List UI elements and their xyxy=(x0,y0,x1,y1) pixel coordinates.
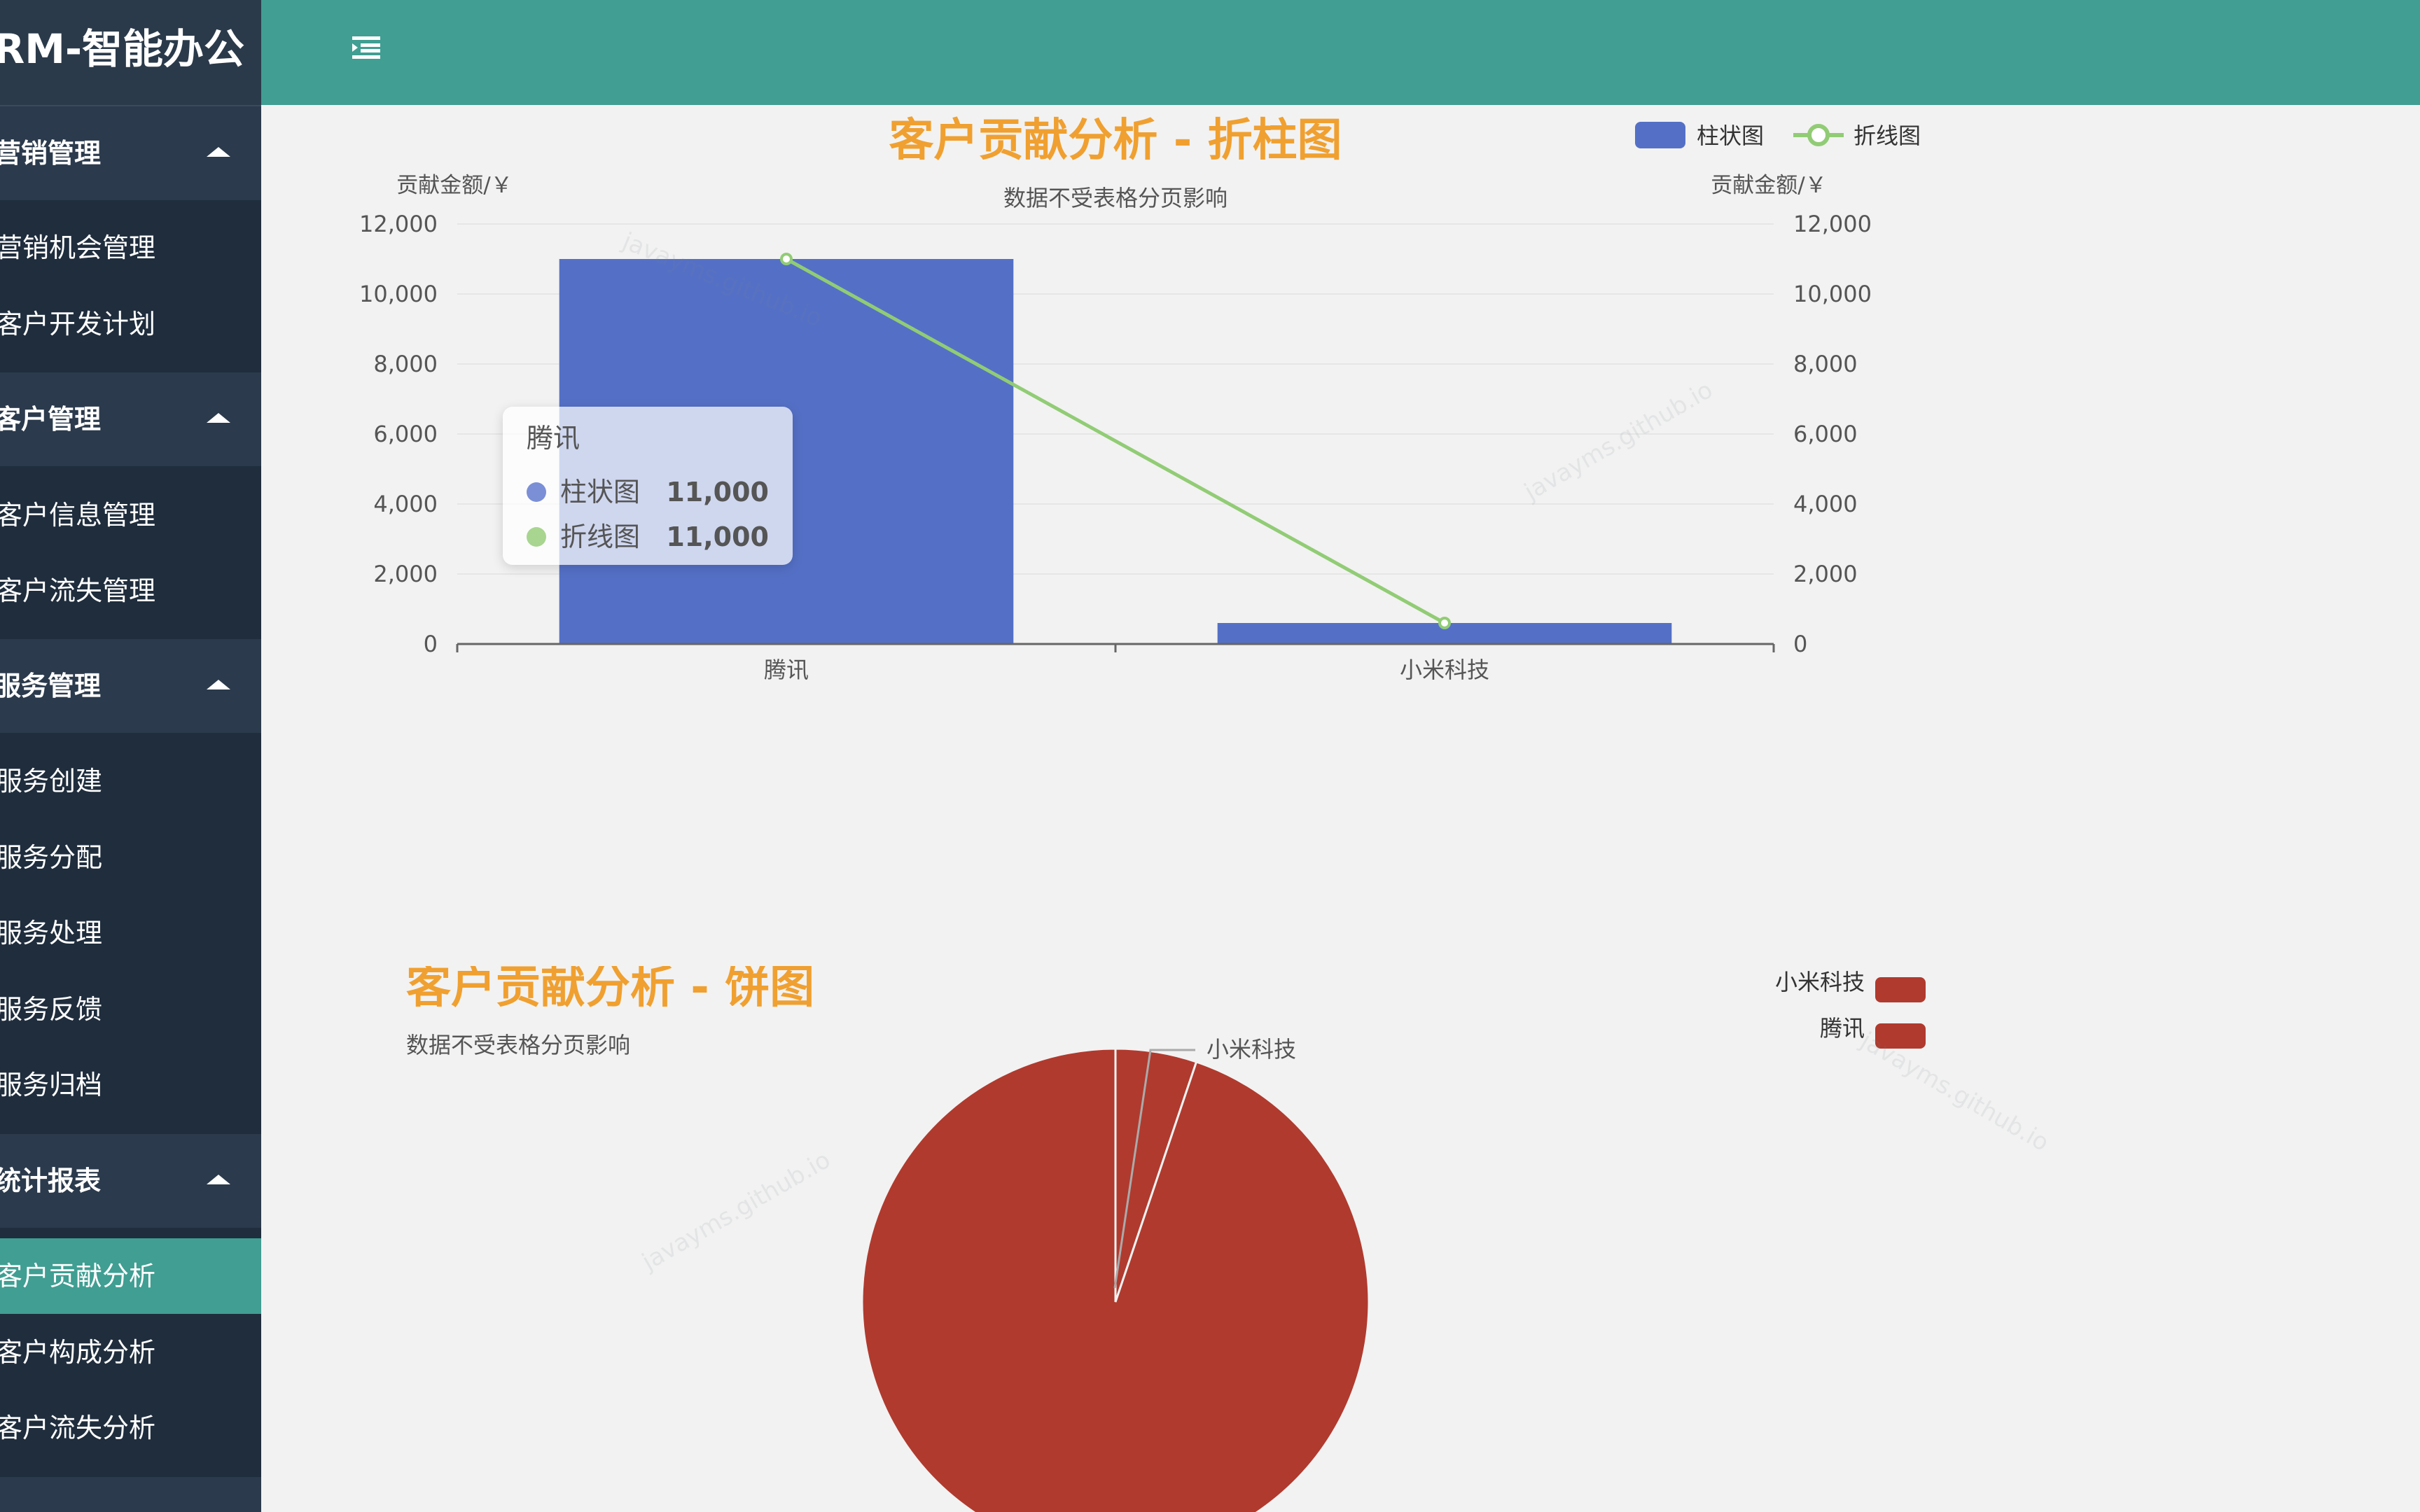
y-tick-label-left: 12,000 xyxy=(359,211,438,237)
menu-group-next[interactable] xyxy=(0,1477,261,1512)
tooltip-row-bar: 柱状图 11,000 xyxy=(527,471,769,513)
tooltip-row-name: 折线图 xyxy=(560,522,641,552)
menu-item-label: 客户信息管理 xyxy=(0,500,156,531)
menu-item-label: 客户构成分析 xyxy=(0,1337,156,1368)
menu-item-customer-info[interactable]: 客户信息管理 xyxy=(0,477,261,553)
menu-item-service-create[interactable]: 服务创建 xyxy=(0,743,261,819)
line-point[interactable] xyxy=(1438,617,1451,629)
y-tick-label-left: 10,000 xyxy=(359,281,438,307)
menu-item-label: 服务处理 xyxy=(0,918,103,948)
pie-callout-label: 小米科技 xyxy=(1206,1036,1296,1063)
menu-item-label: 客户流失管理 xyxy=(0,575,156,606)
legend-marker-line xyxy=(1807,124,1830,146)
menu-item-composition-analysis[interactable]: 客户构成分析 xyxy=(0,1315,261,1390)
legend-label-line[interactable]: 折线图 xyxy=(1854,122,1921,149)
brand-text: CRM-智能办公 xyxy=(0,25,245,73)
tooltip-row-value: 11,000 xyxy=(666,522,769,552)
y-tick-label-left: 0 xyxy=(424,631,438,657)
tooltip-row-line: 折线图 11,000 xyxy=(527,516,769,558)
menu-item-label: 营销机会管理 xyxy=(0,232,156,263)
menu-item-service-handle[interactable]: 服务处理 xyxy=(0,895,261,971)
menu-item-label: 客户流失分析 xyxy=(0,1413,156,1443)
tooltip-row-name: 柱状图 xyxy=(560,477,641,507)
menu-item-label: 客户开发计划 xyxy=(0,309,156,340)
sidebar: CRM-智能办公 营销管理 营销机会管理 客户开发计划 客户管理 客户信息管理 … xyxy=(0,0,261,1512)
pie-legend-label-1[interactable]: 腾讯 xyxy=(1820,1015,1865,1042)
legend-label-bar[interactable]: 柱状图 xyxy=(1697,122,1764,149)
tooltip-dot-line xyxy=(527,527,546,547)
pie-chart-title: 客户贡献分析 - 饼图 xyxy=(406,966,814,1014)
menu-item-label: 服务归档 xyxy=(0,1070,103,1100)
menu-item-contribution-analysis[interactable]: 客户贡献分析 xyxy=(0,1238,261,1314)
caret-up-icon xyxy=(207,1175,230,1184)
menu-group-marketing[interactable]: 营销管理 xyxy=(0,106,261,200)
legend-swatch-bar[interactable] xyxy=(1635,122,1685,148)
menu-fold-icon[interactable] xyxy=(351,34,382,62)
menu-group-reports[interactable]: 统计报表 xyxy=(0,1134,261,1228)
combo-chart-title: 客户贡献分析 - 折柱图 xyxy=(889,115,1342,167)
menu-group-service[interactable]: 服务管理 xyxy=(0,639,261,733)
menu-item-service-assign[interactable]: 服务分配 xyxy=(0,820,261,895)
y-tick-label-right: 6,000 xyxy=(1793,421,1858,447)
menu-group-title: 客户管理 xyxy=(0,404,102,435)
caret-up-icon xyxy=(207,680,230,690)
y-tick-label-right: 4,000 xyxy=(1793,491,1858,517)
y-tick-label-right: 12,000 xyxy=(1793,211,1872,237)
pie-legend-swatch-1[interactable] xyxy=(1875,1023,1926,1049)
menu-item-label: 客户贡献分析 xyxy=(0,1261,156,1292)
x-axis: 腾讯 小米科技 xyxy=(456,643,1775,683)
pie-legend-swatch-0[interactable] xyxy=(1875,977,1926,1002)
app-brand: CRM-智能办公 xyxy=(0,0,261,106)
y-tick-label-right: 10,000 xyxy=(1793,281,1872,307)
menu-item-dev-plan[interactable]: 客户开发计划 xyxy=(0,286,261,362)
menu-item-label: 服务创建 xyxy=(0,766,103,797)
pie-legend: 小米科技 腾讯 xyxy=(1775,969,1926,1049)
x-tick-label: 腾讯 xyxy=(764,657,809,683)
combo-chart-subtitle: 数据不受表格分页影响 xyxy=(1003,185,1228,211)
y-tick-label-right: 0 xyxy=(1793,631,1807,657)
y-tick-label-right: 8,000 xyxy=(1793,351,1858,377)
menu-item-service-feedback[interactable]: 服务反馈 xyxy=(0,972,261,1047)
caret-up-icon xyxy=(207,147,230,157)
menu-group-title: 服务管理 xyxy=(0,671,102,701)
top-bar xyxy=(261,0,2420,105)
tooltip-dot-bar xyxy=(527,482,546,502)
menu-item-service-archive[interactable]: 服务归档 xyxy=(0,1047,261,1123)
pie-chart-subtitle: 数据不受表格分页影响 xyxy=(406,1032,630,1058)
y-tick-label-right: 2,000 xyxy=(1793,561,1858,587)
caret-up-icon xyxy=(207,413,230,423)
combo-legend: 柱状图 折线图 xyxy=(1635,122,1921,149)
menu-item-label: 服务反馈 xyxy=(0,994,103,1025)
y-tick-label-left: 8,000 xyxy=(373,351,438,377)
pie-legend-label-0[interactable]: 小米科技 xyxy=(1775,969,1865,995)
menu-item-label: 服务分配 xyxy=(0,842,103,873)
menu-group-title: 统计报表 xyxy=(0,1166,102,1196)
y-tick-label-left: 6,000 xyxy=(373,421,438,447)
menu-group-customer[interactable]: 客户管理 xyxy=(0,372,261,466)
menu-group-title: 营销管理 xyxy=(0,138,102,169)
menu-item-loss-analysis[interactable]: 客户流失分析 xyxy=(0,1390,261,1466)
y-tick-label-left: 2,000 xyxy=(373,561,438,587)
y-axis-label-left: 贡献金额/￥ xyxy=(396,173,512,198)
y-tick-label-left: 4,000 xyxy=(373,491,438,517)
menu-item-opportunity[interactable]: 营销机会管理 xyxy=(0,210,261,286)
y-axis-label-right: 贡献金额/￥ xyxy=(1711,173,1826,198)
menu-item-customer-loss[interactable]: 客户流失管理 xyxy=(0,553,261,629)
tooltip-title: 腾讯 xyxy=(527,423,580,454)
line-point[interactable] xyxy=(780,253,793,265)
pie-chart: 客户贡献分析 - 饼图 数据不受表格分页影响 小米科技 小米科技 腾讯 xyxy=(406,966,1926,1512)
tooltip-row-value: 11,000 xyxy=(666,477,769,507)
x-tick-label: 小米科技 xyxy=(1400,657,1489,683)
chart-tooltip: 腾讯 柱状图 11,000 折线图 11,000 xyxy=(503,407,793,565)
